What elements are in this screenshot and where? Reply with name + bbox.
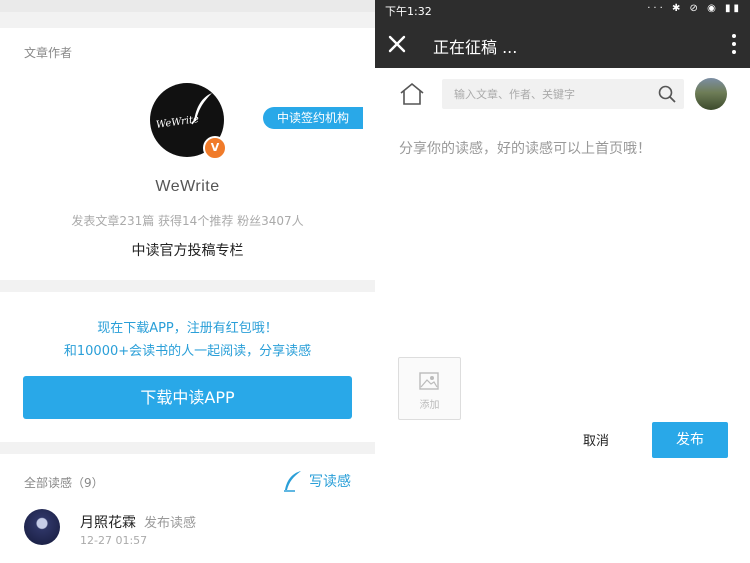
column-name[interactable]: 中读官方投稿专栏 [0,240,375,260]
cancel-button[interactable]: 取消 [583,430,609,449]
article-author-panel: 文章作者 WeWrite V 中读签约机构 WeWrite 发表文章231篇 获… [0,0,375,563]
author-section-label: 文章作者 [24,46,73,60]
review-user-name[interactable]: 月照花霖 [80,512,136,532]
reviews-section: 全部读感（9） 写读感 月照花霖 发布读感 12-27 01:57 [0,454,375,563]
promo-line-2: 和10000+会读书的人一起阅读，分享读感 [63,344,312,359]
review-user-avatar[interactable] [24,509,60,545]
top-strip [0,0,375,12]
page-title: 正在征稿 ... [433,38,518,57]
user-avatar[interactable] [695,78,727,110]
review-action: 发布读感 [144,516,197,531]
verified-badge: V [203,136,227,160]
signed-org-tag: 中读签约机构 [263,107,364,129]
search-icon[interactable] [658,85,676,103]
more-icon[interactable] [730,32,738,56]
add-image-button[interactable]: 添加 [398,357,461,420]
review-time: 12-27 01:57 [80,534,148,547]
status-time: 下午1:32 [385,5,432,18]
search-input[interactable] [454,79,644,109]
search-box[interactable] [442,79,684,109]
editor-placeholder[interactable]: 分享你的读感，好的读感可以上首页哦！ [399,138,651,158]
app-bar: 正在征稿 ... [375,20,750,68]
author-card: 文章作者 WeWrite V 中读签约机构 WeWrite 发表文章231篇 获… [0,28,375,280]
write-review-button[interactable]: 写读感 [283,470,351,492]
publish-button[interactable]: 发布 [652,422,728,458]
write-review-label: 写读感 [309,474,351,490]
download-promo: 现在下载APP，注册有红包哦！ 和10000+会读书的人一起阅读，分享读感 下载… [0,292,375,442]
author-avatar-text: WeWrite [155,114,200,131]
close-icon[interactable] [385,32,409,56]
author-stats: 发表文章231篇 获得14个推荐 粉丝3407人 [71,214,304,228]
image-icon [419,372,439,390]
compose-panel: 下午1:32 ··· ✱ ⊘ ◉ ▮▮ 正在征稿 ... 分享你的读感，好的读感… [375,0,750,563]
reviews-count-label: 全部读感（9） [24,476,104,490]
author-name[interactable]: WeWrite [0,178,375,196]
status-icons: ··· ✱ ⊘ ◉ ▮▮ [647,3,742,14]
home-icon[interactable] [399,82,425,106]
feather-icon [284,471,301,492]
add-image-label: 添加 [419,400,440,411]
download-app-button[interactable]: 下载中读APP [23,376,352,419]
promo-line-1: 现在下载APP，注册有红包哦！ [97,321,278,336]
status-bar: 下午1:32 ··· ✱ ⊘ ◉ ▮▮ [375,0,750,20]
